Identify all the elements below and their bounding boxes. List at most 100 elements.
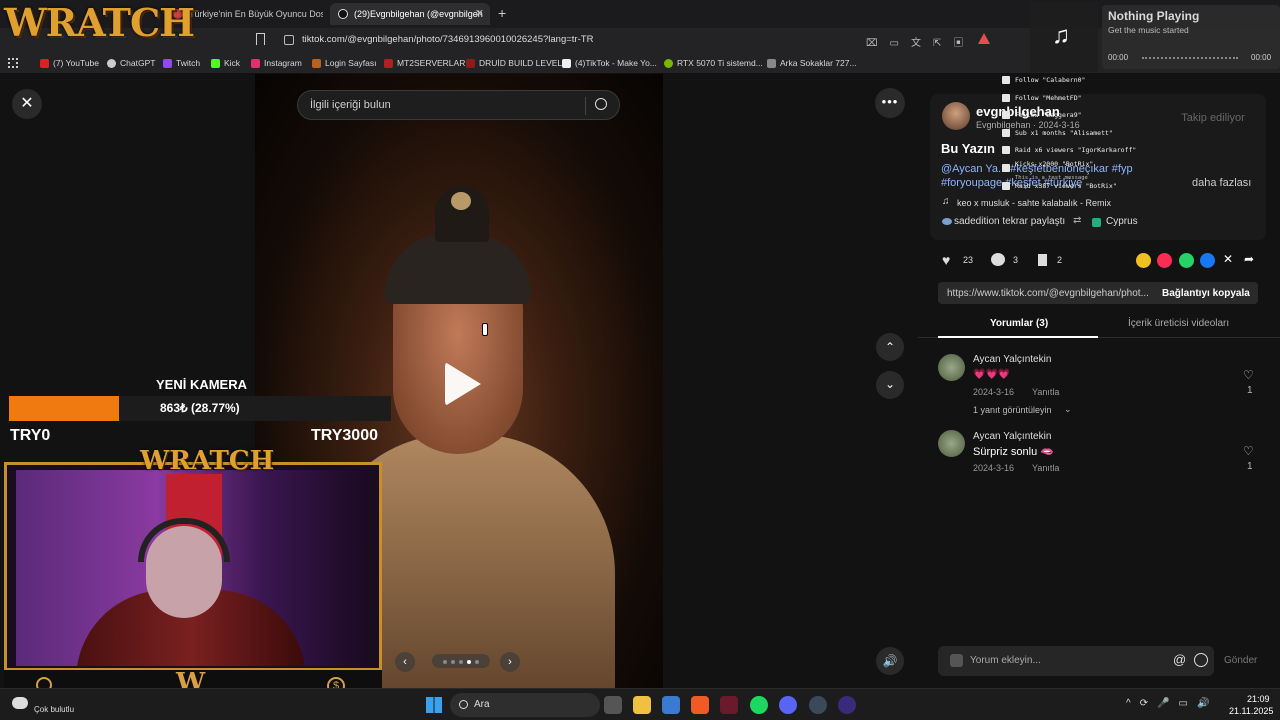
- close-tab-icon[interactable]: ✕: [475, 3, 484, 25]
- alert-item: Follow "MehmetFD": [998, 90, 1198, 108]
- tab-comments[interactable]: Yorumlar (3): [990, 318, 1048, 329]
- share-facebook-icon[interactable]: [1200, 253, 1215, 268]
- mention-icon[interactable]: @: [1173, 652, 1186, 667]
- search-icon[interactable]: [595, 98, 607, 110]
- tab-creator-videos[interactable]: İçerik üreticisi videoları: [1128, 318, 1229, 329]
- alert-item: Kicks x2000 "BotRix" This is a test messa…: [998, 160, 1198, 181]
- photo-prev-button[interactable]: ‹: [395, 652, 415, 672]
- alert-item: Follow "Calabern0": [998, 72, 1198, 90]
- bookmark-twitch[interactable]: Twitch: [163, 56, 200, 70]
- kick-app-icon[interactable]: [720, 696, 738, 714]
- music-line[interactable]: keo x musluk - sahte kalabalık - Remix: [957, 198, 1257, 208]
- share-url[interactable]: https://www.tiktok.com/@evgnbilgehan/pho…: [947, 288, 1152, 299]
- alert-item: Follow "Baggera9": [998, 107, 1198, 125]
- brave-rewards-icon[interactable]: [978, 33, 990, 44]
- share-send-icon[interactable]: [1157, 253, 1172, 268]
- obs-icon[interactable]: [838, 696, 856, 714]
- apps-grid-icon[interactable]: [8, 58, 18, 68]
- comment-like-count: 1: [1247, 461, 1253, 472]
- reply-button[interactable]: Yanıtla: [1032, 463, 1059, 473]
- photo-pagination-dots: [432, 654, 490, 668]
- clock-date[interactable]: 21.11.2025: [1229, 706, 1273, 716]
- search-bar[interactable]: İlgili içeriği bulun: [297, 90, 620, 120]
- share-x-icon[interactable]: ✕: [1223, 252, 1233, 266]
- bookmark-login[interactable]: Login Sayfası: [312, 56, 377, 70]
- previous-post-button[interactable]: ⌃: [876, 333, 904, 361]
- comment-author[interactable]: Aycan Yalçıntekin: [973, 431, 1051, 442]
- weather-text[interactable]: Çok bulutlu: [34, 705, 74, 714]
- bookmark-kick[interactable]: Kick: [211, 56, 240, 70]
- store-icon[interactable]: [662, 696, 680, 714]
- goal-min: TRY0: [10, 427, 51, 444]
- bookmark-chatgpt[interactable]: ChatGPT: [107, 56, 155, 70]
- search-input[interactable]: İlgili içeriği bulun: [310, 99, 391, 111]
- more-options-button[interactable]: •••: [875, 88, 905, 118]
- bookmark-rtx[interactable]: RTX 5070 Ti sistemd...: [664, 56, 763, 70]
- comment-avatar[interactable]: [938, 430, 965, 457]
- new-tab-button[interactable]: +: [498, 5, 506, 21]
- raid-icon: [1002, 181, 1010, 190]
- location-text[interactable]: Cyprus: [1106, 216, 1138, 227]
- like-count: 23: [963, 255, 974, 265]
- bookmark-instagram[interactable]: Instagram: [251, 56, 302, 70]
- taskbar-search-label: Ara: [474, 699, 490, 710]
- send-button[interactable]: Gönder: [1224, 655, 1257, 666]
- comment-avatar[interactable]: [938, 354, 965, 381]
- discord-icon[interactable]: [779, 696, 797, 714]
- comment-author[interactable]: Aycan Yalçıntekin: [973, 354, 1051, 365]
- goal-progress-text: 863₺ (28.77%): [160, 401, 240, 415]
- photo-next-button[interactable]: ›: [500, 652, 520, 672]
- brave-icon[interactable]: [691, 696, 709, 714]
- music-note-icon: ♫: [942, 196, 950, 207]
- taskbar-search[interactable]: Ara: [450, 693, 600, 717]
- comment-like-count: 1: [1247, 385, 1253, 396]
- like-icon[interactable]: ♥: [942, 252, 950, 268]
- emoji-icon[interactable]: [1194, 653, 1208, 667]
- site-settings-icon[interactable]: [284, 35, 294, 45]
- share-whatsapp-icon[interactable]: [1179, 253, 1194, 268]
- goal-title: YENİ KAMERA: [156, 377, 248, 392]
- comment-input[interactable]: Yorum ekleyin...: [970, 655, 1041, 666]
- bookmark-tiktok[interactable]: (4)TikTok - Make Yo...: [562, 56, 657, 70]
- spotify-icon[interactable]: [750, 696, 768, 714]
- repost-text[interactable]: sadedition tekrar paylaştı: [954, 216, 1065, 227]
- comment-date: 2024-3-16: [973, 463, 1015, 473]
- windows-start-icon[interactable]: [426, 697, 442, 713]
- comment-like-icon[interactable]: ♡: [1243, 368, 1254, 382]
- tab-2-active[interactable]: (29)Evgnbilgehan (@evgnbilgeh ✕: [330, 3, 490, 25]
- bookmark-icon[interactable]: [256, 33, 265, 45]
- bookmark-save-icon[interactable]: [1038, 254, 1047, 266]
- share-more-icon[interactable]: ➦: [1244, 252, 1254, 266]
- bookmark-mt2serverlar[interactable]: MT2SERVERLAR: [384, 56, 465, 70]
- clock-time[interactable]: 21:09: [1247, 694, 1270, 704]
- bookmark-youtube[interactable]: (7) YouTube: [40, 56, 99, 70]
- next-post-button[interactable]: ⌄: [876, 371, 904, 399]
- volume-button[interactable]: 🔊: [876, 647, 904, 675]
- music-time-start: 00:00: [1108, 53, 1129, 62]
- more-link[interactable]: daha fazlası: [1192, 177, 1251, 189]
- repost-icon: [942, 218, 952, 225]
- share-embed-icon[interactable]: [1136, 253, 1151, 268]
- alert-item: Sub x1 months "Alisamett": [998, 125, 1198, 143]
- steam-icon[interactable]: [809, 696, 827, 714]
- location-icon: [1092, 218, 1101, 227]
- tray-icons[interactable]: ^⟳🎤▭🔊: [1126, 698, 1218, 709]
- reply-button[interactable]: Yanıtla: [1032, 387, 1059, 397]
- view-replies-button[interactable]: 1 yanıt görüntüleyin: [973, 405, 1052, 415]
- raid-icon: [1002, 146, 1010, 154]
- comment-icon[interactable]: [991, 253, 1005, 266]
- comment-text: Sürpriz sonlu 🫦: [973, 446, 1054, 458]
- comment-text: 💗💗💗: [973, 369, 1011, 380]
- play-icon[interactable]: [445, 362, 481, 406]
- task-view-icon[interactable]: [604, 696, 622, 714]
- avatar[interactable]: [942, 102, 970, 130]
- search-divider: [585, 97, 586, 115]
- close-button[interactable]: ✕: [12, 89, 42, 119]
- bookmark-arka-sokaklar[interactable]: Arka Sokaklar 727...: [767, 56, 857, 70]
- mouse-cursor-icon: [482, 323, 488, 336]
- comment-like-icon[interactable]: ♡: [1243, 444, 1254, 458]
- bookmark-druid[interactable]: DRUİD BUILD LEVEL: [466, 56, 562, 70]
- music-title: Nothing Playing: [1108, 9, 1200, 23]
- file-explorer-icon[interactable]: [633, 696, 651, 714]
- copy-link-button[interactable]: Bağlantıyı kopyala: [1162, 288, 1250, 299]
